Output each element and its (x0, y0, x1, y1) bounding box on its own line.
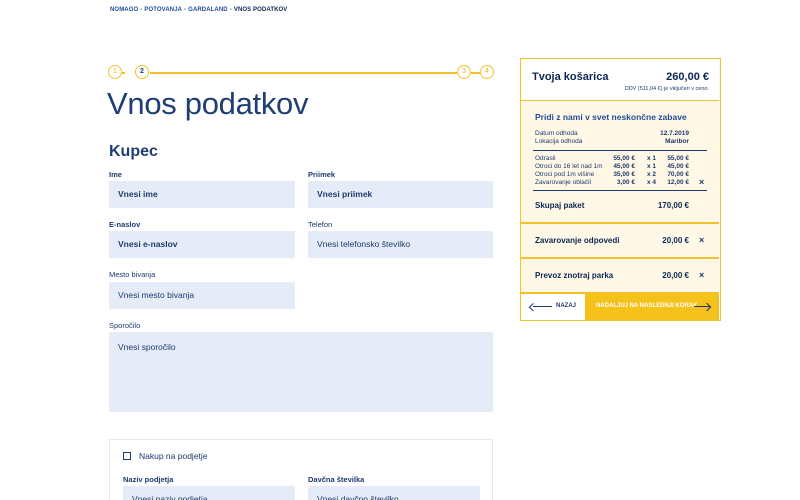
item-qty: x 4 (647, 179, 657, 186)
item-qty: x 1 (647, 155, 657, 162)
cart-header: Tvoja košarica 260,00 € DDV (511,04 €) j… (521, 59, 719, 101)
remove-extra-icon[interactable]: × (699, 235, 704, 245)
breadcrumb-link-potovanja[interactable]: POTOVANJA (144, 7, 182, 13)
extra-price: 20,00 € (662, 271, 689, 280)
arrow-right-icon (694, 306, 710, 308)
company-purchase-label[interactable]: Nakup na podjetje (139, 451, 208, 461)
item-name: Otroci pod 1m višine (535, 171, 595, 178)
item-price: 35,00 € (613, 171, 635, 178)
section-title-buyer: Kupec (109, 143, 158, 160)
package-subtotal: 170,00 € (657, 201, 689, 210)
city-input[interactable]: Vnesi mesto bivanja (109, 282, 295, 309)
continue-button[interactable]: NADALJUJ NA NASLEDNJI KORAK (585, 294, 719, 320)
package-separator (533, 190, 707, 191)
company-name-input[interactable]: Vnesi naziv podjetja (123, 486, 295, 500)
package-title: Pridi z nami v svet neskončne zabave (535, 112, 687, 122)
extra-label: Prevoz znotraj parka (535, 271, 614, 280)
step-4[interactable]: 4 (480, 65, 494, 79)
last-name-label: Priimek (308, 170, 336, 179)
item-price: 3,00 € (616, 179, 635, 186)
step-3[interactable]: 3 (457, 65, 471, 79)
message-textarea[interactable]: Vnesi sporočilo (109, 332, 493, 412)
page-title: Vnos podatkov (107, 86, 309, 121)
package-separator (533, 150, 707, 151)
item-name: Odrasli (535, 155, 556, 162)
breadcrumb-current: VNOS PODATKOV (233, 7, 288, 13)
continue-button-label: NADALJUJ NA NASLEDNJI KORAK (596, 303, 698, 309)
stepper-line (122, 72, 125, 74)
remove-extra-icon[interactable]: × (699, 270, 704, 280)
stepper-line (150, 72, 457, 74)
stepper-line (471, 72, 480, 74)
back-button[interactable]: NAZAJ (521, 294, 585, 320)
extra-label: Zavarovanje odpovedi (535, 236, 620, 245)
breadcrumb-link-gardaland[interactable]: GARDALAND (188, 7, 228, 13)
cart-divider (521, 257, 719, 259)
progress-stepper: 1 2 3 4 (108, 65, 494, 81)
step-1[interactable]: 1 (108, 65, 122, 79)
item-name: Zavarovanje oblačil (535, 179, 592, 186)
extra-price: 20,00 € (662, 236, 689, 245)
message-label: Sporočilo (109, 321, 141, 330)
tax-number-label: Davčna številka (308, 475, 365, 484)
item-total: 55,00 € (667, 155, 689, 162)
breadcrumb-separator: - (140, 7, 143, 13)
first-name-label: Ime (109, 170, 122, 179)
back-button-label: NAZAJ (556, 303, 577, 309)
phone-label: Telefon (308, 220, 333, 229)
tax-number-input[interactable]: Vnesi davčno številko (308, 486, 480, 500)
email-label: E-naslov (109, 220, 141, 229)
item-total: 12,00 € (667, 179, 689, 186)
breadcrumb-separator: - (229, 7, 232, 13)
item-name: Otroci do 16 let nad 1m (535, 163, 603, 170)
departure-location: Maribor (665, 138, 689, 145)
item-qty: x 2 (647, 171, 657, 178)
arrow-left-icon (533, 306, 552, 308)
item-total: 70,00 € (667, 171, 689, 178)
breadcrumb-separator: - (184, 7, 187, 13)
departure-date: 12.7.2019 (660, 130, 689, 137)
departure-location-label: Lokacija odhoda (535, 138, 583, 145)
city-label: Mesto bivanja (109, 270, 156, 279)
email-input[interactable]: Vnesi e-naslov (109, 231, 295, 258)
item-price: 45,00 € (613, 163, 635, 170)
cart-title: Tvoja košarica (532, 71, 609, 83)
breadcrumb: NOMAGO - POTOVANJA - GARDALAND - VNOS PODATKOV (110, 7, 287, 13)
company-name-label: Naziv podjetja (123, 475, 174, 484)
item-total: 45,00 € (667, 163, 689, 170)
last-name-input[interactable]: Vnesi priimek (308, 181, 493, 208)
cart-divider (521, 222, 719, 224)
package-subtotal-label: Skupaj paket (535, 201, 585, 210)
step-2[interactable]: 2 (135, 65, 149, 79)
remove-item-icon[interactable]: × (699, 177, 704, 187)
cart-vat-note: DDV (511,04 €) je vključen v ceno. (624, 86, 709, 92)
company-purchase-checkbox[interactable] (123, 452, 131, 460)
item-price: 55,00 € (613, 155, 635, 162)
shopping-cart: Tvoja košarica 260,00 € DDV (511,04 €) j… (520, 58, 721, 321)
breadcrumb-link-nomago[interactable]: NOMAGO (110, 7, 138, 13)
item-qty: x 1 (647, 163, 657, 170)
cart-total: 260,00 € (666, 71, 709, 83)
departure-date-label: Datum odhoda (535, 130, 578, 137)
phone-input[interactable]: Vnesi telefonsko številko (308, 231, 493, 258)
first-name-input[interactable]: Vnesi ime (109, 181, 295, 208)
